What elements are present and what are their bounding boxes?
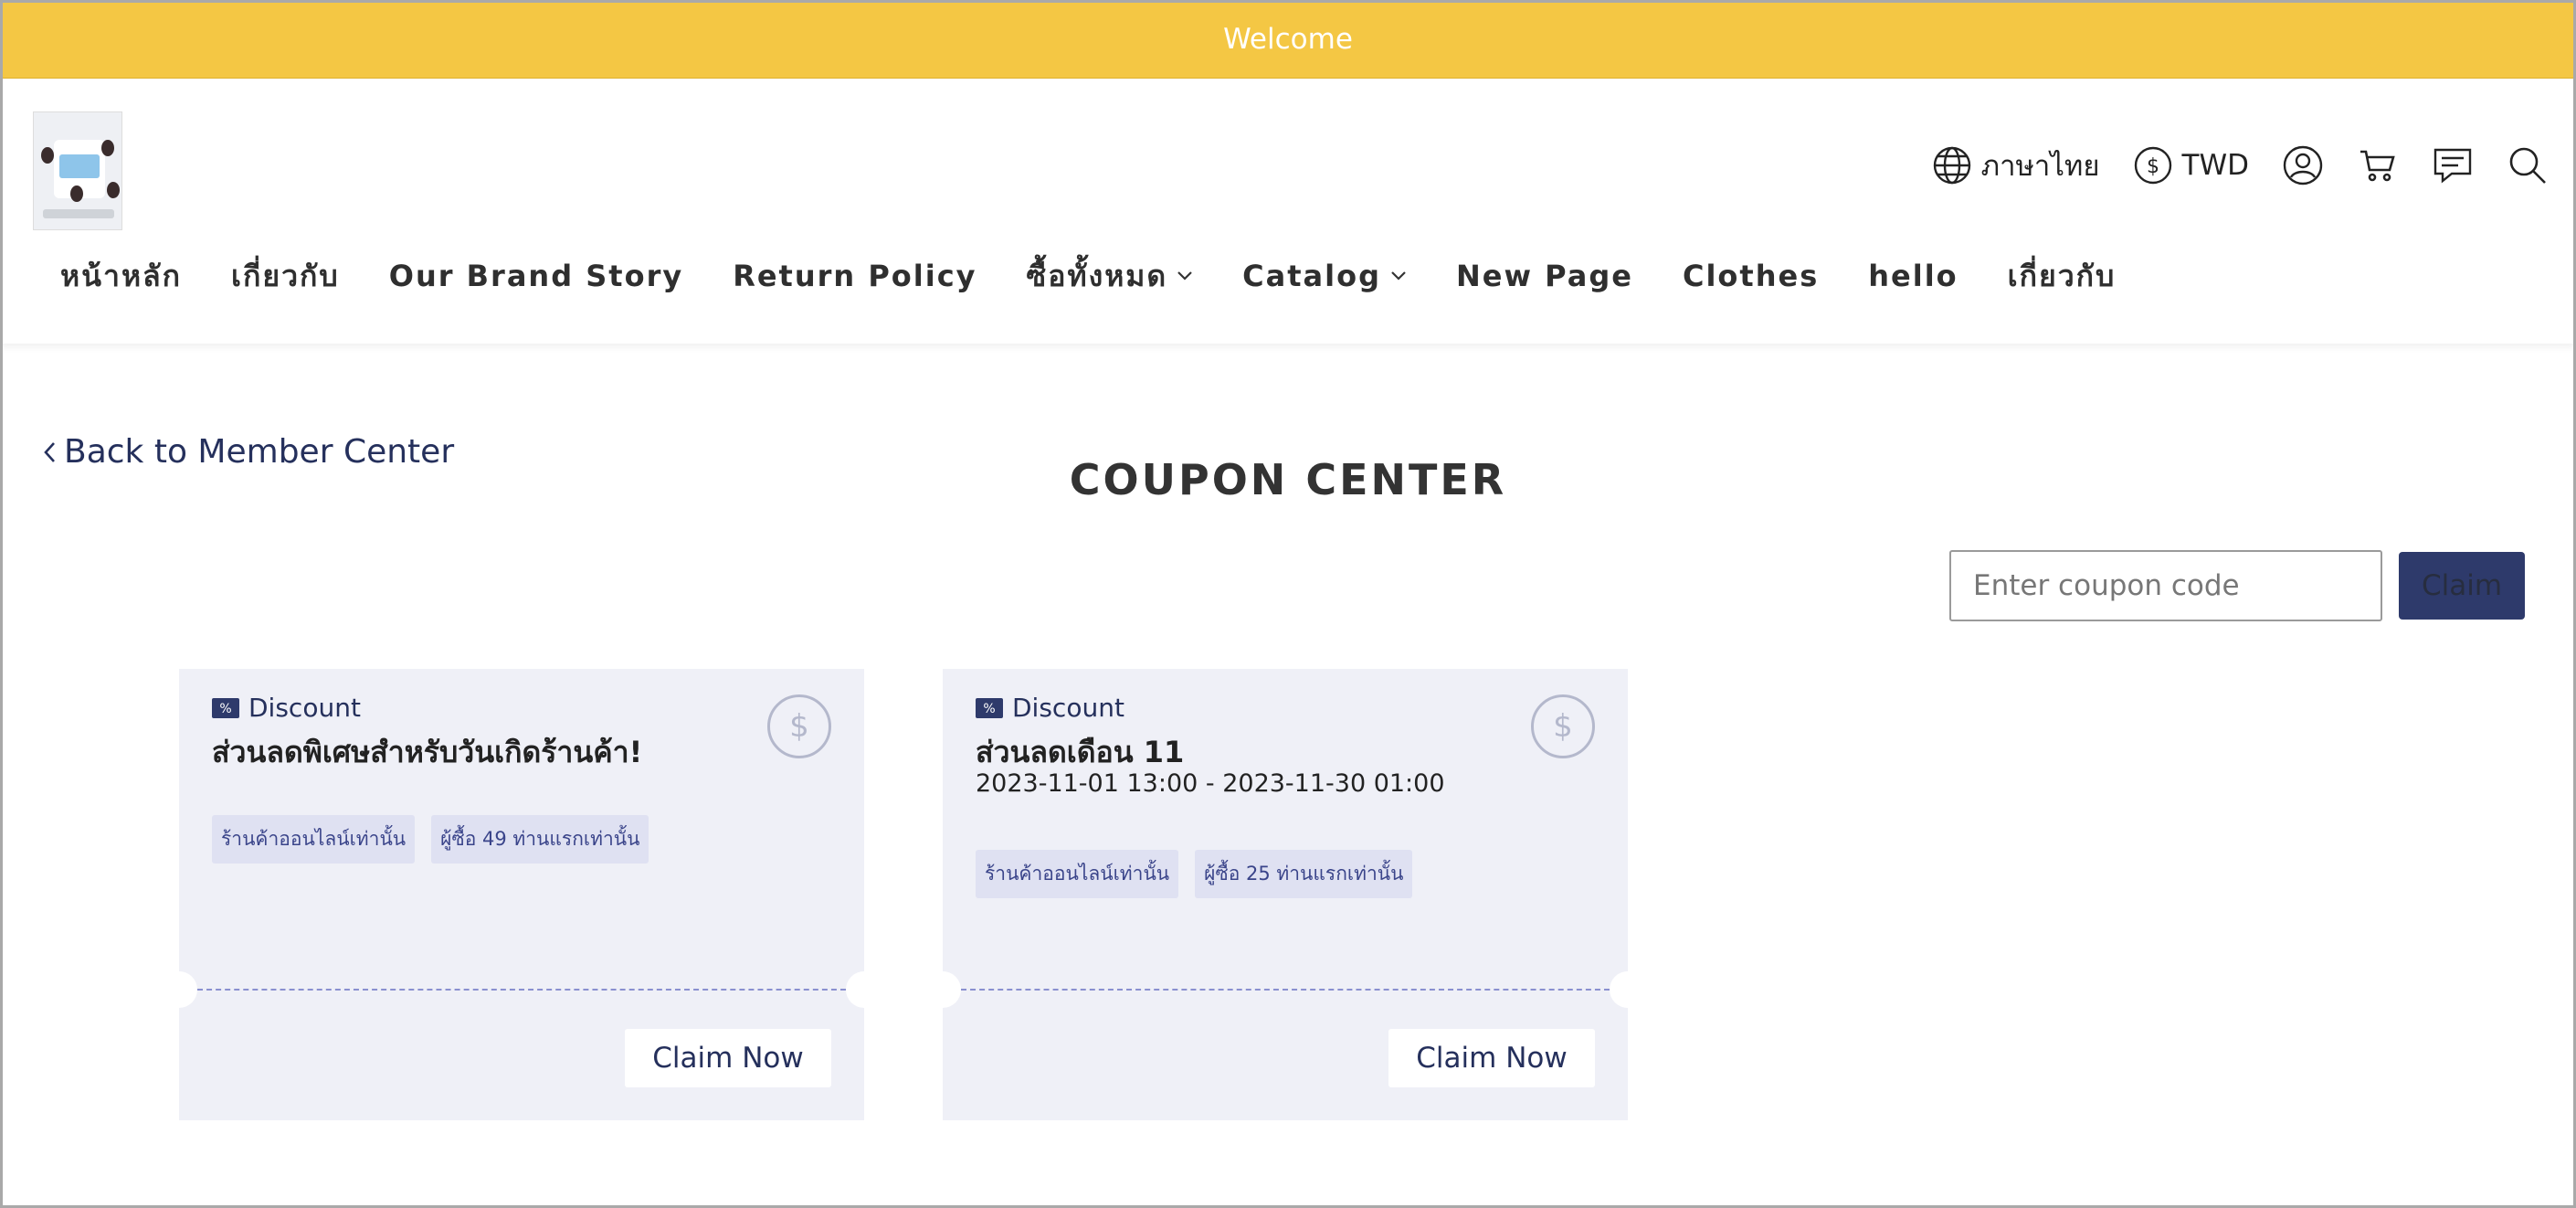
cart-button[interactable] — [2357, 144, 2399, 186]
main-navigation: หน้าหลัก เกี่ยวกับ Our Brand Story Retur… — [60, 258, 2165, 294]
coupon-type: % Discount — [212, 693, 361, 723]
logo-dot — [41, 147, 54, 164]
coupon-period: 2023-11-01 13:00 - 2023-11-30 01:00 — [976, 769, 1445, 798]
coupon-tag: ผู้ซื้อ 49 ท่านแรกเท่านั้น — [431, 815, 649, 864]
coupon-type-label: Discount — [248, 693, 361, 723]
nav-label: เกี่ยวกับ — [2007, 258, 2117, 293]
messages-button[interactable] — [2432, 144, 2474, 186]
nav-item-catalog[interactable]: Catalog — [1242, 259, 1407, 293]
dollar-coin-icon: $ — [767, 694, 831, 758]
coupon-type: % Discount — [976, 693, 1124, 723]
coupon-divider — [961, 989, 1610, 991]
coupon-type-label: Discount — [1012, 693, 1124, 723]
announcement-bar: Welcome — [0, 0, 2576, 79]
nav-item-all-products[interactable]: ซื้อทั้งหมด — [1027, 253, 1194, 300]
svg-text:%: % — [219, 702, 231, 716]
nav-item-brand-story[interactable]: Our Brand Story — [389, 259, 683, 293]
nav-label: Return Policy — [733, 259, 977, 293]
claim-now-button[interactable]: Claim Now — [1388, 1029, 1595, 1087]
site-header: ภาษาไทย $ TWD หน้าหลัก เกี่ยวกับ Our Bra… — [0, 79, 2576, 344]
nav-item-hello[interactable]: hello — [1868, 259, 1958, 293]
dollar-coin-icon: $ — [1531, 694, 1595, 758]
chevron-down-icon — [1177, 271, 1192, 281]
nav-label: Catalog — [1242, 259, 1381, 293]
logo-dot — [101, 140, 114, 156]
nav-label: hello — [1868, 259, 1958, 293]
coupon-title: ส่วนลดพิเศษสำหรับวันเกิดร้านค้า! — [212, 735, 643, 769]
discount-ticket-icon: % — [212, 697, 239, 718]
coupon-tag: ร้านค้าออนไลน์เท่านั้น — [976, 850, 1179, 898]
logo-dot — [107, 182, 120, 198]
coupon-tag: ร้านค้าออนไลน์เท่านั้น — [212, 815, 416, 864]
currency-label: TWD — [2181, 149, 2249, 182]
nav-label: New Page — [1455, 259, 1633, 293]
nav-label: Our Brand Story — [388, 259, 684, 293]
currency-icon: $ — [2134, 146, 2171, 185]
nav-label: Clothes — [1682, 259, 1820, 293]
coupon-notch — [179, 971, 197, 1008]
logo-dot — [70, 185, 83, 202]
coupon-code-input[interactable] — [1949, 550, 2382, 621]
chevron-down-icon — [1391, 271, 1406, 281]
nav-label: ซื้อทั้งหมด — [1026, 258, 1168, 293]
nav-item-about[interactable]: เกี่ยวกับ — [231, 253, 340, 300]
claim-code-button[interactable]: Claim — [2399, 552, 2525, 620]
announcement-text: Welcome — [1223, 22, 1353, 56]
svg-text:%: % — [983, 702, 995, 716]
account-button[interactable] — [2282, 144, 2324, 186]
nav-item-clothes[interactable]: Clothes — [1683, 259, 1819, 293]
language-selector[interactable]: ภาษาไทย — [1932, 143, 2100, 188]
nav-item-return-policy[interactable]: Return Policy — [733, 259, 977, 293]
coupon-card: % Discount $ ส่วนลดเดือน 11 2023-11-01 1… — [943, 669, 1628, 1120]
coupon-tags: ร้านค้าออนไลน์เท่านั้น ผู้ซื้อ 25 ท่านแร… — [976, 850, 1429, 898]
nav-item-about-2[interactable]: เกี่ยวกับ — [2008, 253, 2117, 300]
message-icon — [2433, 148, 2472, 184]
logo-base-shape — [43, 209, 114, 218]
currency-selector[interactable]: $ TWD — [2133, 145, 2249, 185]
nav-label: เกี่ยวกับ — [231, 258, 340, 293]
nav-label: หน้าหลัก — [60, 258, 183, 293]
page-title: COUPON CENTER — [1069, 455, 1507, 504]
coupon-tags: ร้านค้าออนไลน์เท่านั้น ผู้ซื้อ 49 ท่านแร… — [212, 815, 665, 864]
coupon-notch — [943, 971, 961, 1008]
header-tools: ภาษาไทย $ TWD — [1899, 143, 2549, 188]
globe-icon — [1933, 146, 1970, 185]
coupon-notch — [1610, 971, 1628, 1008]
coupon-card: % Discount $ ส่วนลดพิเศษสำหรับวันเกิดร้า… — [179, 669, 864, 1120]
search-button[interactable] — [2507, 144, 2549, 186]
claim-now-button[interactable]: Claim Now — [625, 1029, 831, 1087]
nav-item-new-page[interactable]: New Page — [1456, 259, 1633, 293]
logo-label-shape — [59, 154, 100, 178]
svg-text:$: $ — [2147, 155, 2159, 178]
coupon-tag: ผู้ซื้อ 25 ท่านแรกเท่านั้น — [1195, 850, 1413, 898]
coupon-divider — [197, 989, 846, 991]
cart-icon — [2360, 150, 2395, 182]
store-logo[interactable] — [33, 111, 122, 230]
coupon-notch — [846, 971, 864, 1008]
language-label: ภาษาไทย — [1980, 150, 2100, 183]
nav-item-home[interactable]: หน้าหลัก — [60, 253, 182, 300]
discount-ticket-icon: % — [976, 697, 1003, 718]
user-icon — [2283, 145, 2323, 185]
search-icon — [2509, 147, 2546, 184]
